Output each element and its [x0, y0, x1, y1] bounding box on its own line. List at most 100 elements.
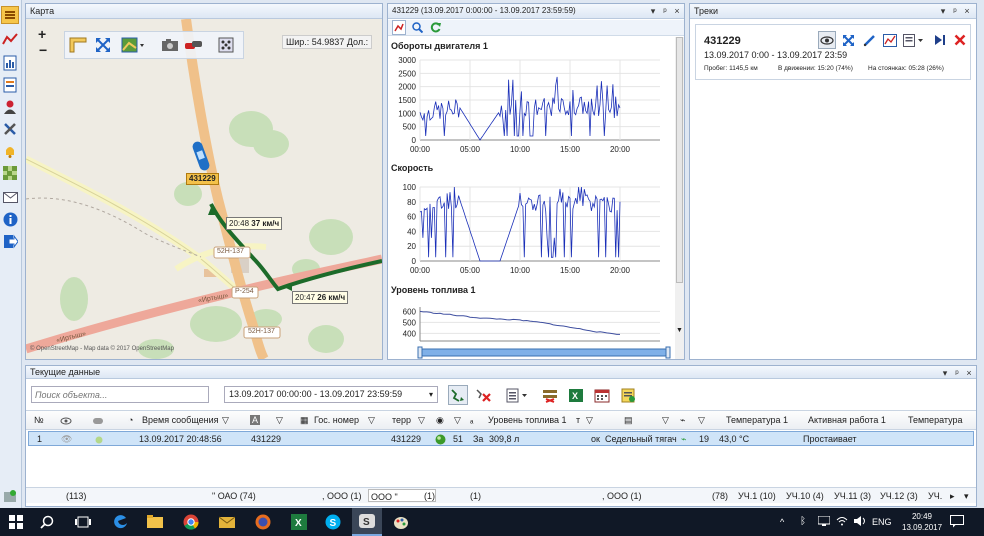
- chart-icon[interactable]: [1, 30, 19, 48]
- tray-clock[interactable]: 20:49 13.09.2017: [902, 511, 942, 533]
- col-time[interactable]: Время сообщения: [142, 411, 219, 430]
- tools-icon[interactable]: [1, 120, 19, 138]
- excel-app-icon[interactable]: X: [286, 509, 312, 535]
- app-active-icon[interactable]: S: [352, 508, 382, 536]
- speed-tag-1[interactable]: 20:48 37 км/ч: [226, 217, 283, 230]
- track-clear-icon[interactable]: [474, 385, 494, 405]
- current-pin-icon[interactable]: ᵖ: [952, 367, 962, 379]
- notification-icon[interactable]: [950, 515, 964, 530]
- start-button[interactable]: [2, 509, 30, 535]
- group-4[interactable]: (1): [424, 489, 435, 503]
- tray-volume-icon[interactable]: [854, 516, 866, 528]
- track-pencil-icon[interactable]: [860, 31, 878, 49]
- tracks-close-icon[interactable]: ×: [962, 5, 972, 17]
- track-eye-icon[interactable]: [818, 31, 836, 49]
- object-search-input[interactable]: [31, 386, 209, 403]
- cars-icon[interactable]: [182, 36, 206, 54]
- paint-icon[interactable]: [388, 509, 414, 535]
- grid-icon[interactable]: [215, 36, 237, 54]
- charts-scroll-thumb[interactable]: [676, 37, 683, 283]
- columns-icon[interactable]: [540, 385, 560, 405]
- chart-zoom-icon[interactable]: [410, 20, 424, 35]
- col-plate[interactable]: Гос. номер: [314, 411, 359, 430]
- group-1[interactable]: " ОАО (74): [212, 489, 256, 503]
- task-view-icon[interactable]: [70, 509, 96, 535]
- mail-icon[interactable]: [1, 188, 19, 206]
- fit-icon[interactable]: [92, 36, 114, 54]
- vehicle-label[interactable]: 431229: [186, 173, 219, 185]
- col-term[interactable]: терр: [392, 411, 411, 430]
- group-scroll-more-icon[interactable]: ▾: [964, 489, 969, 503]
- tray-language[interactable]: ENG: [872, 517, 892, 527]
- col-t-filter-icon[interactable]: ▽: [586, 411, 593, 430]
- bell-icon[interactable]: [1, 142, 19, 160]
- col-num[interactable]: №: [34, 411, 44, 430]
- charts-area[interactable]: Обороты двигателя 1 0 500 1000 1500 2000 2500 3…: [388, 37, 674, 359]
- col-temp1[interactable]: Температура 1: [726, 411, 788, 430]
- group-8[interactable]: УЧ.1 (10): [738, 489, 776, 503]
- col-temp[interactable]: Температура: [908, 411, 963, 430]
- track-play-icon[interactable]: [932, 31, 948, 49]
- tray-network-icon[interactable]: [817, 515, 831, 528]
- chart-settings-icon[interactable]: [392, 20, 406, 35]
- current-dropdown-icon[interactable]: ▾: [940, 367, 950, 379]
- chart-range-handle-right[interactable]: [665, 346, 671, 359]
- chart-1[interactable]: Скорость 0 20 40 60 80 100 00:00 05:00 10:00 15:00…: [391, 163, 660, 275]
- user-icon[interactable]: [1, 98, 19, 116]
- group-0[interactable]: (113): [66, 489, 86, 503]
- table-row[interactable]: 1 👁 13.09.2017 20:48:56 431229 431229 51…: [28, 431, 974, 446]
- layers-icon[interactable]: [119, 36, 147, 54]
- group-7[interactable]: (78): [712, 489, 728, 503]
- period-select[interactable]: 13.09.2017 00:00:00 - 13.09.2017 23:59:5…: [224, 386, 438, 403]
- tracks-dropdown-icon[interactable]: ▾: [938, 5, 948, 17]
- chart-2[interactable]: Уровень топлива 1 400 500 600: [391, 285, 660, 342]
- charts-scrollbar[interactable]: ▼: [675, 37, 684, 359]
- col-type-filter-icon[interactable]: ▽: [662, 411, 669, 430]
- checker-icon[interactable]: [1, 164, 19, 182]
- tracks-pin-icon[interactable]: ᵖ: [950, 5, 960, 17]
- status-icon[interactable]: [1, 487, 19, 505]
- col-term-filter-icon[interactable]: ▽: [418, 411, 425, 430]
- chart-range-slider[interactable]: [419, 348, 669, 357]
- speed-tag-2[interactable]: 20:47 26 км/ч: [292, 291, 349, 304]
- map-canvas[interactable]: [26, 19, 382, 359]
- track-fit-icon[interactable]: [839, 31, 857, 49]
- group-9[interactable]: УЧ.10 (4): [786, 489, 824, 503]
- search-icon[interactable]: [34, 509, 60, 535]
- map-zoom-out-button[interactable]: −: [39, 43, 47, 57]
- track-build-icon[interactable]: [448, 385, 468, 405]
- charts-pin-icon[interactable]: ᵖ: [660, 5, 670, 17]
- chart-refresh-icon[interactable]: [428, 20, 442, 35]
- group-scroll-right-icon[interactable]: ▸: [950, 489, 955, 503]
- firefox-icon[interactable]: [250, 509, 276, 535]
- group-2[interactable]: , ООО (1): [322, 489, 362, 503]
- group-5[interactable]: (1): [470, 489, 481, 503]
- map-zoom-in-button[interactable]: +: [38, 27, 46, 41]
- mail-app-icon[interactable]: [214, 509, 240, 535]
- explorer-icon[interactable]: [142, 509, 168, 535]
- edge-icon[interactable]: [108, 509, 134, 535]
- skype-icon[interactable]: S: [320, 509, 346, 535]
- tray-chevron-icon[interactable]: ^: [780, 517, 784, 527]
- col-active[interactable]: Активная работа 1: [808, 411, 886, 430]
- group-12[interactable]: УЧ.: [928, 489, 942, 503]
- list-icon[interactable]: [1, 6, 19, 24]
- tray-wifi-icon[interactable]: [836, 516, 848, 528]
- chart-range-handle-left[interactable]: [417, 346, 423, 359]
- col-time-filter-icon[interactable]: ▽: [222, 411, 229, 430]
- col-a-filter-icon[interactable]: ▽: [276, 411, 283, 430]
- track-delete-icon[interactable]: [952, 31, 968, 49]
- note-icon[interactable]: [618, 385, 638, 405]
- charts-close-icon[interactable]: ×: [672, 5, 682, 17]
- col-pill-icon[interactable]: [92, 411, 104, 430]
- calendar-icon[interactable]: [592, 385, 612, 405]
- col-signal-filter-icon[interactable]: ▽: [698, 411, 705, 430]
- group-11[interactable]: УЧ.12 (3): [880, 489, 918, 503]
- col-eye-icon[interactable]: [60, 411, 72, 430]
- ruler-icon[interactable]: [67, 36, 89, 54]
- info-icon[interactable]: [1, 210, 19, 228]
- col-plate-filter-icon[interactable]: ▽: [368, 411, 375, 430]
- report-menu-icon[interactable]: [504, 385, 532, 405]
- current-close-icon[interactable]: ×: [964, 367, 974, 379]
- excel-icon[interactable]: X: [566, 385, 586, 405]
